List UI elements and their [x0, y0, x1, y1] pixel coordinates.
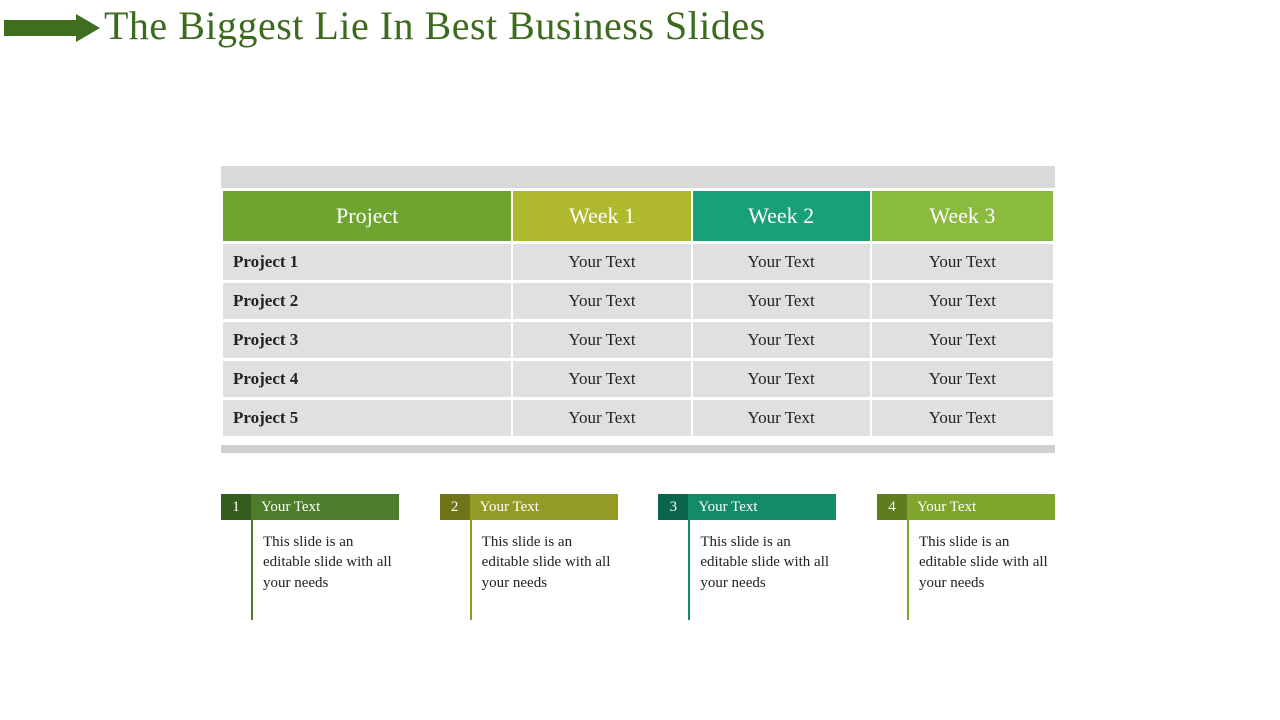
cell: Your Text	[693, 244, 870, 280]
page-title: The Biggest Lie In Best Business Slides	[104, 2, 766, 49]
project-table: Project Week 1 Week 2 Week 3 Project 1 Y…	[221, 188, 1055, 439]
table-row: Project 4 Your Text Your Text Your Text	[223, 361, 1053, 397]
cell: Your Text	[513, 322, 690, 358]
table-row: Project 3 Your Text Your Text Your Text	[223, 322, 1053, 358]
project-table-container: Project Week 1 Week 2 Week 3 Project 1 Y…	[221, 166, 1055, 453]
card-head: 4 Your Text	[877, 494, 1055, 520]
project-name: Project 4	[223, 361, 511, 397]
info-card-2: 2 Your Text This slide is an editable sl…	[440, 494, 618, 620]
card-number: 3	[658, 494, 688, 520]
card-number: 2	[440, 494, 470, 520]
col-header-project: Project	[223, 191, 511, 241]
card-head: 3 Your Text	[658, 494, 836, 520]
cell: Your Text	[872, 283, 1053, 319]
card-body: This slide is an editable slide with all…	[470, 520, 618, 620]
card-label: Your Text	[688, 494, 836, 520]
cell: Your Text	[872, 244, 1053, 280]
cards-row: 1 Your Text This slide is an editable sl…	[221, 494, 1055, 620]
cell: Your Text	[693, 283, 870, 319]
card-label: Your Text	[470, 494, 618, 520]
card-head: 1 Your Text	[221, 494, 399, 520]
col-header-week2: Week 2	[693, 191, 870, 241]
card-label: Your Text	[251, 494, 399, 520]
cell: Your Text	[513, 400, 690, 436]
col-header-week3: Week 3	[872, 191, 1053, 241]
cell: Your Text	[872, 400, 1053, 436]
project-name: Project 2	[223, 283, 511, 319]
info-card-1: 1 Your Text This slide is an editable sl…	[221, 494, 399, 620]
arrow-icon	[4, 14, 100, 42]
table-header-row: Project Week 1 Week 2 Week 3	[223, 191, 1053, 241]
project-name: Project 5	[223, 400, 511, 436]
card-number: 4	[877, 494, 907, 520]
table-bottom-bar	[221, 445, 1055, 453]
card-label: Your Text	[907, 494, 1055, 520]
card-body: This slide is an editable slide with all…	[688, 520, 836, 620]
cell: Your Text	[693, 400, 870, 436]
project-name: Project 1	[223, 244, 511, 280]
cell: Your Text	[872, 361, 1053, 397]
cell: Your Text	[693, 322, 870, 358]
card-number: 1	[221, 494, 251, 520]
cell: Your Text	[693, 361, 870, 397]
cell: Your Text	[872, 322, 1053, 358]
info-card-3: 3 Your Text This slide is an editable sl…	[658, 494, 836, 620]
table-row: Project 5 Your Text Your Text Your Text	[223, 400, 1053, 436]
cell: Your Text	[513, 244, 690, 280]
card-body: This slide is an editable slide with all…	[907, 520, 1055, 620]
table-row: Project 2 Your Text Your Text Your Text	[223, 283, 1053, 319]
card-head: 2 Your Text	[440, 494, 618, 520]
cell: Your Text	[513, 361, 690, 397]
col-header-week1: Week 1	[513, 191, 690, 241]
cell: Your Text	[513, 283, 690, 319]
table-row: Project 1 Your Text Your Text Your Text	[223, 244, 1053, 280]
info-card-4: 4 Your Text This slide is an editable sl…	[877, 494, 1055, 620]
card-body: This slide is an editable slide with all…	[251, 520, 399, 620]
project-name: Project 3	[223, 322, 511, 358]
table-top-bar	[221, 166, 1055, 188]
